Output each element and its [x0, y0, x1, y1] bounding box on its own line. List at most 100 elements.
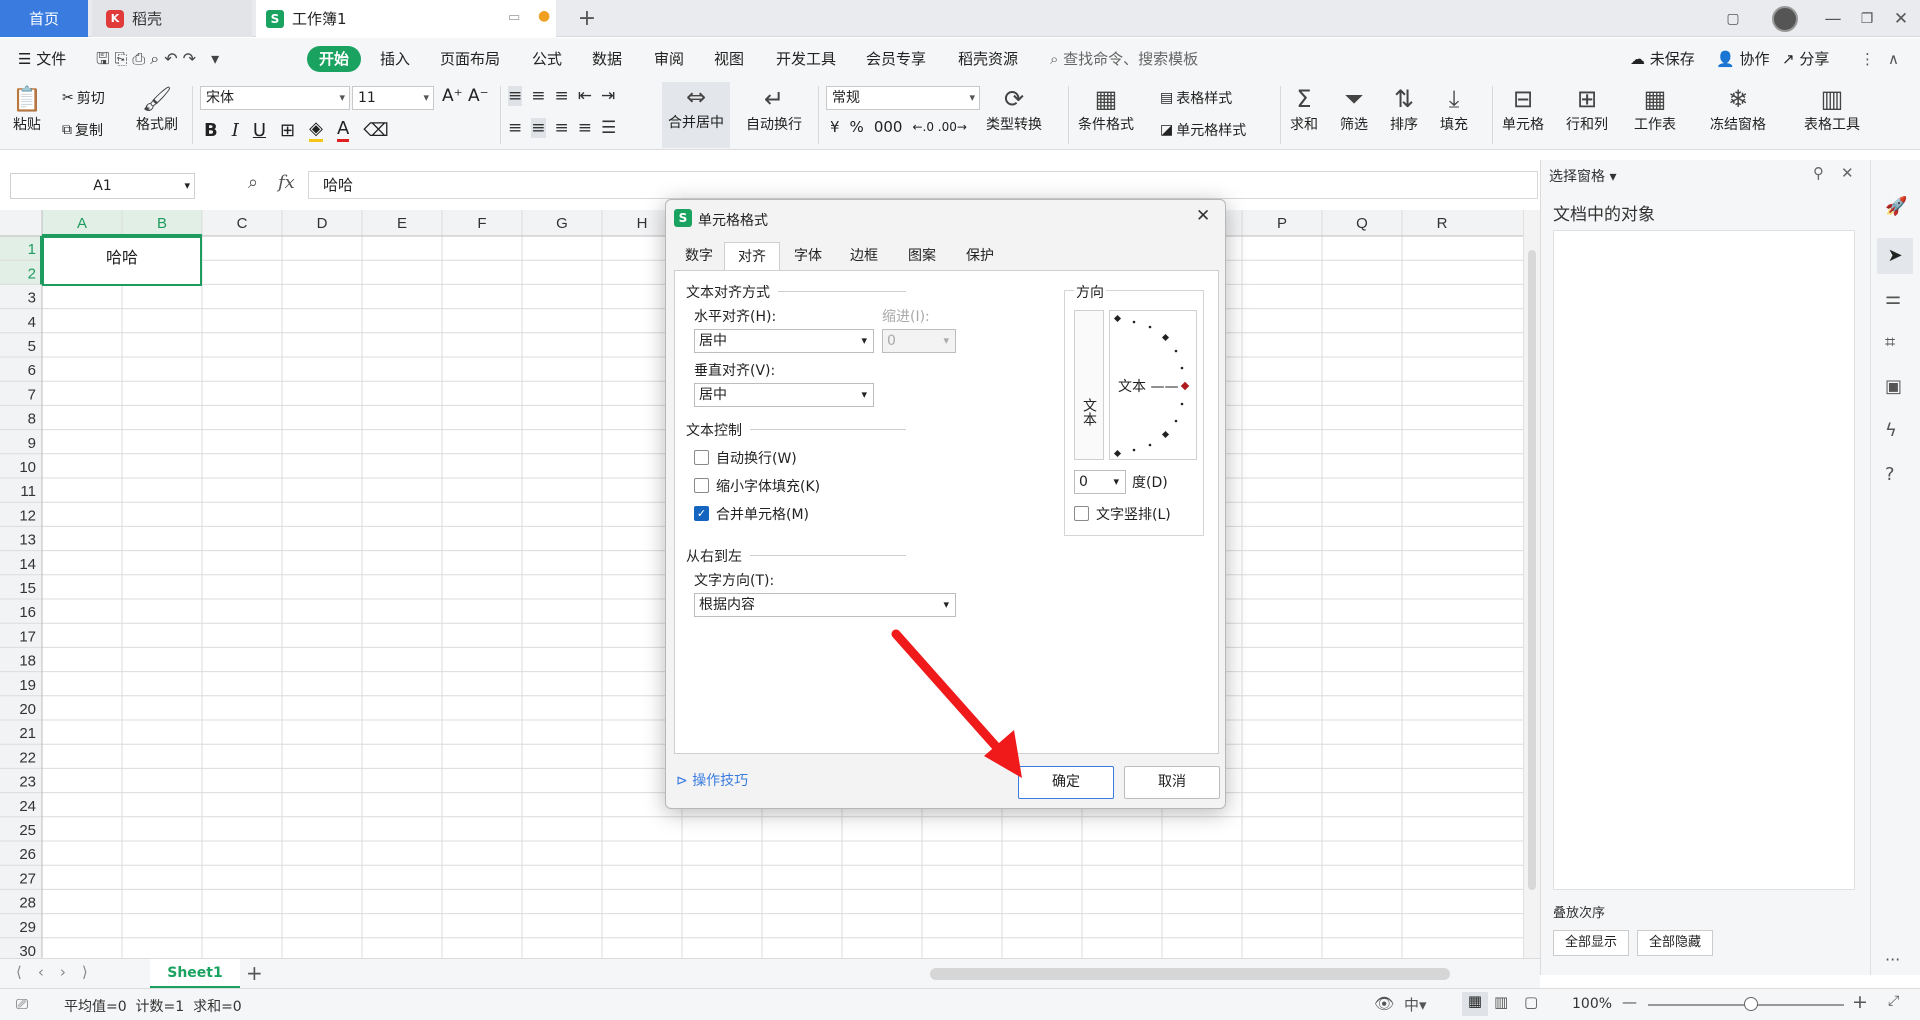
bold-button[interactable]: B	[204, 120, 218, 141]
vertical-scrollbar[interactable]	[1523, 210, 1540, 958]
worksheet-button[interactable]: ▦ 工作表	[1634, 84, 1676, 134]
eraser-icon[interactable]: ⌫	[363, 120, 388, 141]
unsaved-button[interactable]: ☁ 未保存	[1630, 46, 1695, 72]
normal-view-icon[interactable]: ▦	[1462, 992, 1488, 1016]
row-header-21[interactable]: 21	[19, 725, 36, 742]
row-header-24[interactable]: 24	[19, 798, 36, 815]
zoom-out-icon[interactable]: —	[1622, 993, 1637, 1011]
menu-member[interactable]: 会员专享	[866, 46, 926, 72]
restore-icon[interactable]: ❐	[1852, 0, 1882, 37]
row-header-16[interactable]: 16	[19, 604, 36, 621]
cancel-button[interactable]: 取消	[1124, 766, 1220, 799]
font-name-select[interactable]: 宋体	[200, 86, 350, 110]
tab-pattern[interactable]: 图案	[892, 242, 952, 270]
row-header-5[interactable]: 5	[28, 338, 36, 355]
close-window-icon[interactable]: ✕	[1886, 0, 1916, 37]
font-color-icon[interactable]: A	[336, 118, 350, 142]
formula-input[interactable]: 哈哈	[308, 171, 1538, 199]
distributed-icon[interactable]: ☰	[601, 118, 616, 138]
menu-data[interactable]: 数据	[592, 46, 622, 72]
objects-list[interactable]	[1553, 230, 1855, 890]
tab-home[interactable]: 首页	[0, 0, 88, 37]
row-header-29[interactable]: 29	[19, 919, 36, 936]
row-header-25[interactable]: 25	[19, 822, 36, 839]
selection-pane-title[interactable]: 选择窗格 ▾	[1549, 166, 1616, 186]
column-header-C[interactable]: C	[237, 215, 248, 232]
fill-color-icon[interactable]: ◈	[309, 118, 323, 142]
window-count-icon[interactable]: ▢	[1718, 0, 1748, 37]
cursor-icon[interactable]: ➤	[1877, 238, 1913, 274]
menu-page-layout[interactable]: 页面布局	[440, 46, 500, 72]
command-search[interactable]: ⌕ 查找命令、搜索模板	[1050, 46, 1198, 72]
avatar[interactable]	[1768, 0, 1802, 37]
align-middle-icon[interactable]: ≡	[531, 86, 545, 106]
horizontal-scroll-thumb[interactable]	[930, 968, 1450, 980]
table-style-button[interactable]: ▤ 表格样式	[1160, 88, 1232, 108]
more-dots-icon[interactable]: ···	[1885, 950, 1900, 969]
sum-button[interactable]: Σ 求和	[1290, 84, 1318, 134]
align-top-icon[interactable]: ≡	[508, 86, 523, 106]
sort-button[interactable]: ⇅ 排序	[1390, 84, 1418, 134]
show-all-button[interactable]: 全部显示	[1553, 930, 1629, 956]
justify-icon[interactable]: ≡	[578, 118, 592, 138]
tab-border[interactable]: 边框	[836, 242, 892, 270]
new-tab-button[interactable]: +	[572, 0, 602, 37]
align-left-icon[interactable]: ≡	[508, 118, 522, 138]
align-bottom-icon[interactable]: ≡	[555, 86, 569, 106]
tab-alignment[interactable]: 对齐	[724, 242, 780, 270]
zoom-formula-icon[interactable]: ⌕	[248, 172, 258, 193]
horizontal-align-select[interactable]: 居中	[694, 329, 874, 353]
input-method-icon[interactable]: 中▾	[1404, 994, 1427, 1015]
align-left-row[interactable]: ≡ ≡ ≡ ≡ ☰	[508, 118, 616, 138]
hide-all-button[interactable]: 全部隐藏	[1637, 930, 1713, 956]
more-icon[interactable]: ⋮	[1860, 46, 1875, 72]
number-format-select[interactable]: 常规	[826, 86, 980, 110]
font-size-select[interactable]: 11	[352, 86, 434, 110]
row-header-19[interactable]: 19	[19, 677, 36, 694]
page-layout-icon[interactable]: ▥	[1494, 993, 1508, 1011]
fill-button[interactable]: ⤓ 填充	[1440, 84, 1468, 134]
row-header-1[interactable]: 1	[28, 241, 36, 258]
row-header-20[interactable]: 20	[19, 701, 36, 718]
row-header-17[interactable]: 17	[19, 628, 36, 645]
vertical-scroll-thumb[interactable]	[1528, 250, 1536, 890]
column-header-Q[interactable]: Q	[1356, 215, 1368, 232]
row-header-12[interactable]: 12	[19, 507, 36, 524]
italic-button[interactable]: I	[232, 120, 239, 141]
tips-link[interactable]: ⊳ 操作技巧	[676, 770, 748, 790]
file-menu[interactable]: ☰ 文件	[18, 46, 66, 72]
row-header-13[interactable]: 13	[19, 532, 36, 549]
name-box[interactable]: A1 ▾	[10, 173, 195, 199]
fullscreen-icon[interactable]: ⤢	[1888, 993, 1899, 1009]
minimize-icon[interactable]: —	[1818, 0, 1848, 37]
row-header-27[interactable]: 27	[19, 870, 36, 887]
column-header-E[interactable]: E	[397, 215, 407, 232]
wrap-text-button[interactable]: ↵ 自动换行	[746, 84, 802, 134]
column-header-B[interactable]: B	[157, 215, 167, 232]
text-direction-select[interactable]: 根据内容	[694, 593, 956, 617]
row-header-15[interactable]: 15	[19, 580, 36, 597]
cell-style-button[interactable]: ◪ 单元格样式	[1160, 120, 1246, 140]
sliders-icon[interactable]: ⚌	[1885, 288, 1901, 309]
vertical-stack-checkbox[interactable]	[1074, 506, 1089, 521]
menu-review[interactable]: 审阅	[654, 46, 684, 72]
font-grow-shrink-icons[interactable]: A⁺ A⁻	[442, 86, 489, 106]
freeze-button[interactable]: ❄ 冻结窗格	[1710, 84, 1766, 134]
filter-button[interactable]: ⏷ 筛选	[1340, 84, 1368, 134]
lightning-icon[interactable]: ϟ	[1885, 420, 1897, 441]
table-tools-button[interactable]: ▥ 表格工具	[1804, 84, 1860, 134]
row-header-26[interactable]: 26	[19, 846, 36, 863]
row-header-10[interactable]: 10	[19, 459, 36, 476]
menu-docer-resources[interactable]: 稻壳资源	[958, 46, 1018, 72]
thousands-icon[interactable]: 000	[874, 118, 903, 136]
crop-icon[interactable]: ⌗	[1885, 332, 1895, 353]
page-break-icon[interactable]: ▢	[1524, 993, 1538, 1011]
number-format-row[interactable]: ¥% 000 ←.0 .00→	[830, 118, 967, 136]
menu-view[interactable]: 视图	[714, 46, 744, 72]
dialog-close-icon[interactable]: ✕	[1196, 206, 1210, 226]
row-header-7[interactable]: 7	[28, 386, 36, 403]
image-settings-icon[interactable]: ▣	[1885, 376, 1902, 397]
align-right-icon[interactable]: ≡	[555, 118, 569, 138]
macro-record-icon[interactable]: ⎚	[16, 995, 28, 1013]
percent-icon[interactable]: %	[850, 118, 864, 136]
